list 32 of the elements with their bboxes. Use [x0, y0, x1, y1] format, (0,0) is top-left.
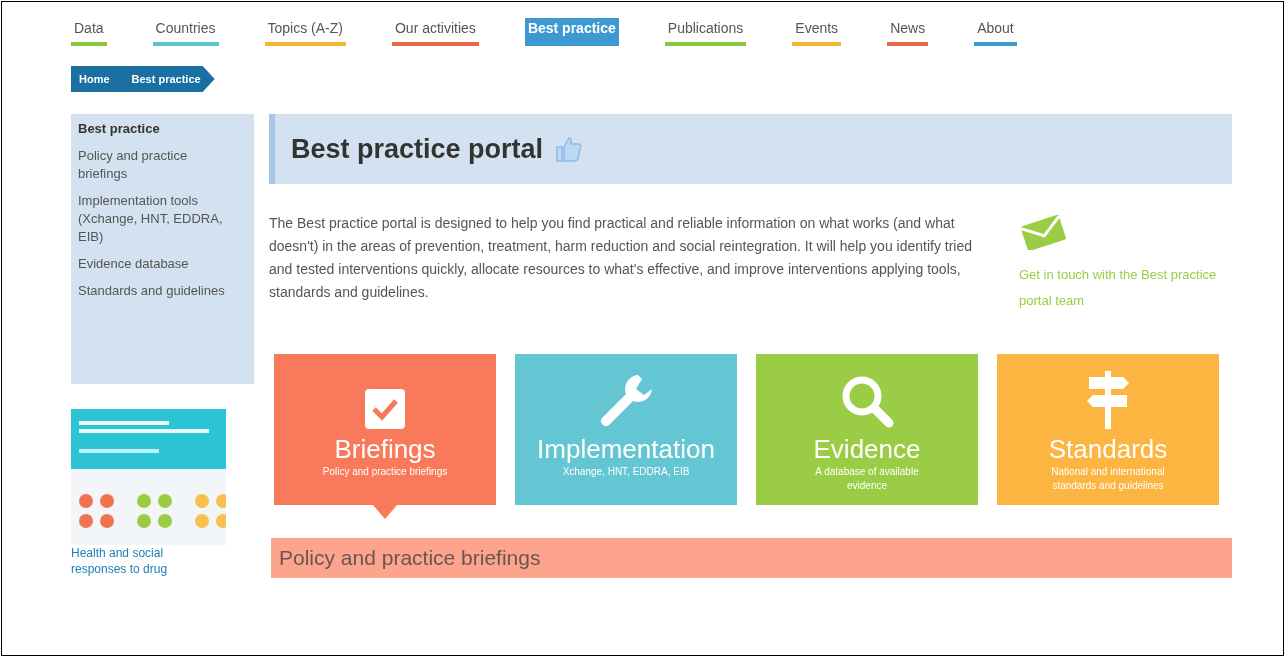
nav-link[interactable]: Countries — [152, 18, 219, 46]
sidebar-link[interactable]: Policy and practice briefings — [78, 147, 228, 183]
sidebar-link[interactable]: Implementation tools (Xchange, HNT, EDDRA, EIB) — [78, 192, 228, 246]
tile-title: Implementation — [537, 433, 715, 465]
sidebar-link[interactable]: Best practice — [78, 120, 228, 138]
nav-link[interactable]: Publications — [664, 18, 747, 46]
checkbox-icon — [365, 389, 405, 429]
nav-link[interactable]: Events — [792, 18, 842, 46]
pointer-arrow-icon — [373, 505, 397, 519]
tile-title: Briefings — [334, 433, 436, 465]
tile-subtitle: National and international standards and guidelines — [1050, 465, 1166, 493]
nav-link[interactable]: Best practice — [524, 18, 619, 46]
tile-subtitle: A database of available evidence — [814, 465, 920, 493]
signpost-icon — [1085, 371, 1131, 429]
sidebar-link[interactable]: Evidence database — [78, 255, 228, 273]
tile-title: Evidence — [813, 433, 921, 465]
nav-link[interactable]: About — [974, 18, 1017, 46]
sidebar-link[interactable]: Standards and guidelines — [78, 282, 228, 300]
publication-link[interactable]: Health and social responses to drug — [71, 545, 211, 577]
nav-link[interactable]: Topics (A-Z) — [264, 18, 346, 46]
tile-subtitle: Policy and practice briefings — [321, 465, 449, 479]
breadcrumb-link[interactable]: Home — [71, 66, 124, 92]
section-title: Policy and practice briefings — [279, 545, 541, 572]
thumbs-up-icon — [555, 135, 584, 163]
intro-paragraph: The Best practice portal is designed to help you find practical and reliable information on what works (and what doesn't) in the areas of prevention, treatment, harm reduction and social reintegration. It will help you identify tried and tested interventions quickly, allocate resources to what's effective, and improve interventions applying tools, standards and guidelines. — [269, 214, 974, 302]
nav-link[interactable]: News — [887, 18, 929, 46]
tile-subtitle: Xchange, HNT, EDDRA, EIB — [561, 465, 691, 479]
nav-link[interactable]: Our activities — [391, 18, 479, 46]
page-title: Best practice portal — [291, 132, 544, 166]
nav-link[interactable]: Data — [71, 18, 107, 46]
tile-title: Standards — [1048, 433, 1168, 465]
breadcrumb-link[interactable]: Best practice — [123, 66, 215, 92]
